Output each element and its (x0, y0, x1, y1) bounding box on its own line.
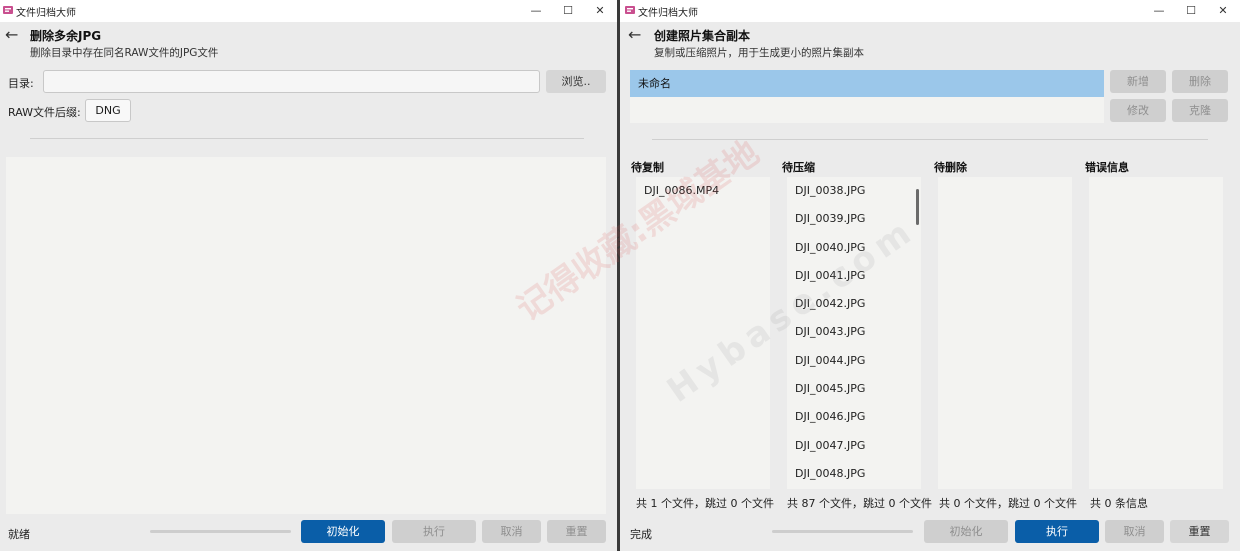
cancel-button[interactable]: 取消 (482, 520, 541, 543)
maximize-icon[interactable]: ☐ (551, 0, 585, 22)
close-icon[interactable]: ✕ (1206, 0, 1240, 22)
left-window: 文件归档大师 — ☐ ✕ ← 删除多余JPG 删除目录中存在同名RAW文件的JP… (0, 0, 617, 551)
execute-button[interactable]: 执行 (1015, 520, 1099, 543)
divider (30, 138, 584, 139)
app-logo-icon (625, 6, 635, 14)
page-title: 删除多余JPG (30, 29, 102, 43)
directory-label: 目录: (8, 77, 34, 90)
copy-count-text: 共 1 个文件，跳过 0 个文件 (636, 497, 774, 510)
column-header-delete: 待删除 (934, 161, 967, 174)
page-subtitle: 复制或压缩照片，用于生成更小的照片集副本 (654, 47, 864, 59)
error-count-text: 共 0 条信息 (1090, 497, 1148, 510)
right-window: 文件归档大师 — ☐ ✕ ← 创建照片集合副本 复制或压缩照片，用于生成更小的照… (620, 0, 1240, 551)
back-arrow-icon[interactable]: ← (628, 27, 641, 43)
edit-button[interactable]: 修改 (1110, 99, 1166, 122)
clone-button[interactable]: 克隆 (1172, 99, 1228, 122)
app-logo-icon (3, 6, 13, 14)
app-title: 文件归档大师 (16, 8, 76, 19)
app-title: 文件归档大师 (638, 8, 698, 19)
list-item[interactable]: DJI_0044.JPG (787, 347, 921, 375)
reset-button[interactable]: 重置 (547, 520, 606, 543)
list-item[interactable]: DJI_0042.JPG (787, 290, 921, 318)
error-list[interactable] (1089, 177, 1223, 489)
list-item[interactable]: DJI_0045.JPG (787, 375, 921, 403)
scrollbar-thumb[interactable] (916, 189, 919, 225)
maximize-icon[interactable]: ☐ (1174, 0, 1208, 22)
cancel-button[interactable]: 取消 (1105, 520, 1164, 543)
column-header-compress: 待压缩 (782, 161, 815, 174)
status-text: 就绪 (8, 528, 30, 541)
status-text: 完成 (630, 528, 652, 541)
list-item[interactable]: DJI_0047.JPG (787, 432, 921, 460)
log-panel (6, 157, 606, 514)
add-button[interactable]: 新增 (1110, 70, 1166, 93)
raw-suffix-input[interactable]: DNG (85, 99, 131, 122)
collection-list[interactable] (630, 97, 1104, 123)
init-button[interactable]: 初始化 (924, 520, 1008, 543)
title-bar[interactable]: 文件归档大师 — ☐ ✕ (0, 0, 617, 22)
list-item[interactable]: DJI_0039.JPG (787, 205, 921, 233)
list-item[interactable]: DJI_0048.JPG (787, 460, 921, 488)
collection-list-item-selected[interactable]: 未命名 (630, 70, 1104, 97)
list-item[interactable]: DJI_0086.MP4 (636, 177, 770, 205)
compress-count-text: 共 87 个文件，跳过 0 个文件 (787, 497, 932, 510)
close-icon[interactable]: ✕ (583, 0, 617, 22)
init-button[interactable]: 初始化 (301, 520, 385, 543)
compress-list[interactable]: DJI_0038.JPG DJI_0039.JPG DJI_0040.JPG D… (787, 177, 921, 489)
reset-button[interactable]: 重置 (1170, 520, 1229, 543)
progress-bar (150, 530, 291, 533)
copy-list[interactable]: DJI_0086.MP4 (636, 177, 770, 489)
page-title: 创建照片集合副本 (654, 29, 751, 43)
delete-list[interactable] (938, 177, 1072, 489)
list-item[interactable]: DJI_0038.JPG (787, 177, 921, 205)
minimize-icon[interactable]: — (519, 0, 553, 22)
divider (652, 139, 1208, 140)
list-item[interactable]: DJI_0043.JPG (787, 318, 921, 346)
column-header-errors: 错误信息 (1085, 161, 1129, 174)
title-bar[interactable]: 文件归档大师 — ☐ ✕ (620, 0, 1240, 22)
column-header-copy: 待复制 (631, 161, 664, 174)
delete-button[interactable]: 删除 (1172, 70, 1228, 93)
progress-bar (772, 530, 913, 533)
browse-button[interactable]: 浏览.. (546, 70, 606, 93)
delete-count-text: 共 0 个文件，跳过 0 个文件 (939, 497, 1077, 510)
list-item[interactable]: DJI_0040.JPG (787, 234, 921, 262)
directory-input[interactable] (43, 70, 540, 93)
back-arrow-icon[interactable]: ← (5, 27, 18, 43)
list-item[interactable]: DJI_0041.JPG (787, 262, 921, 290)
minimize-icon[interactable]: — (1142, 0, 1176, 22)
execute-button[interactable]: 执行 (392, 520, 476, 543)
list-item[interactable]: DJI_0046.JPG (787, 403, 921, 431)
page-subtitle: 删除目录中存在同名RAW文件的JPG文件 (30, 47, 219, 59)
raw-suffix-label: RAW文件后缀: (8, 106, 81, 119)
